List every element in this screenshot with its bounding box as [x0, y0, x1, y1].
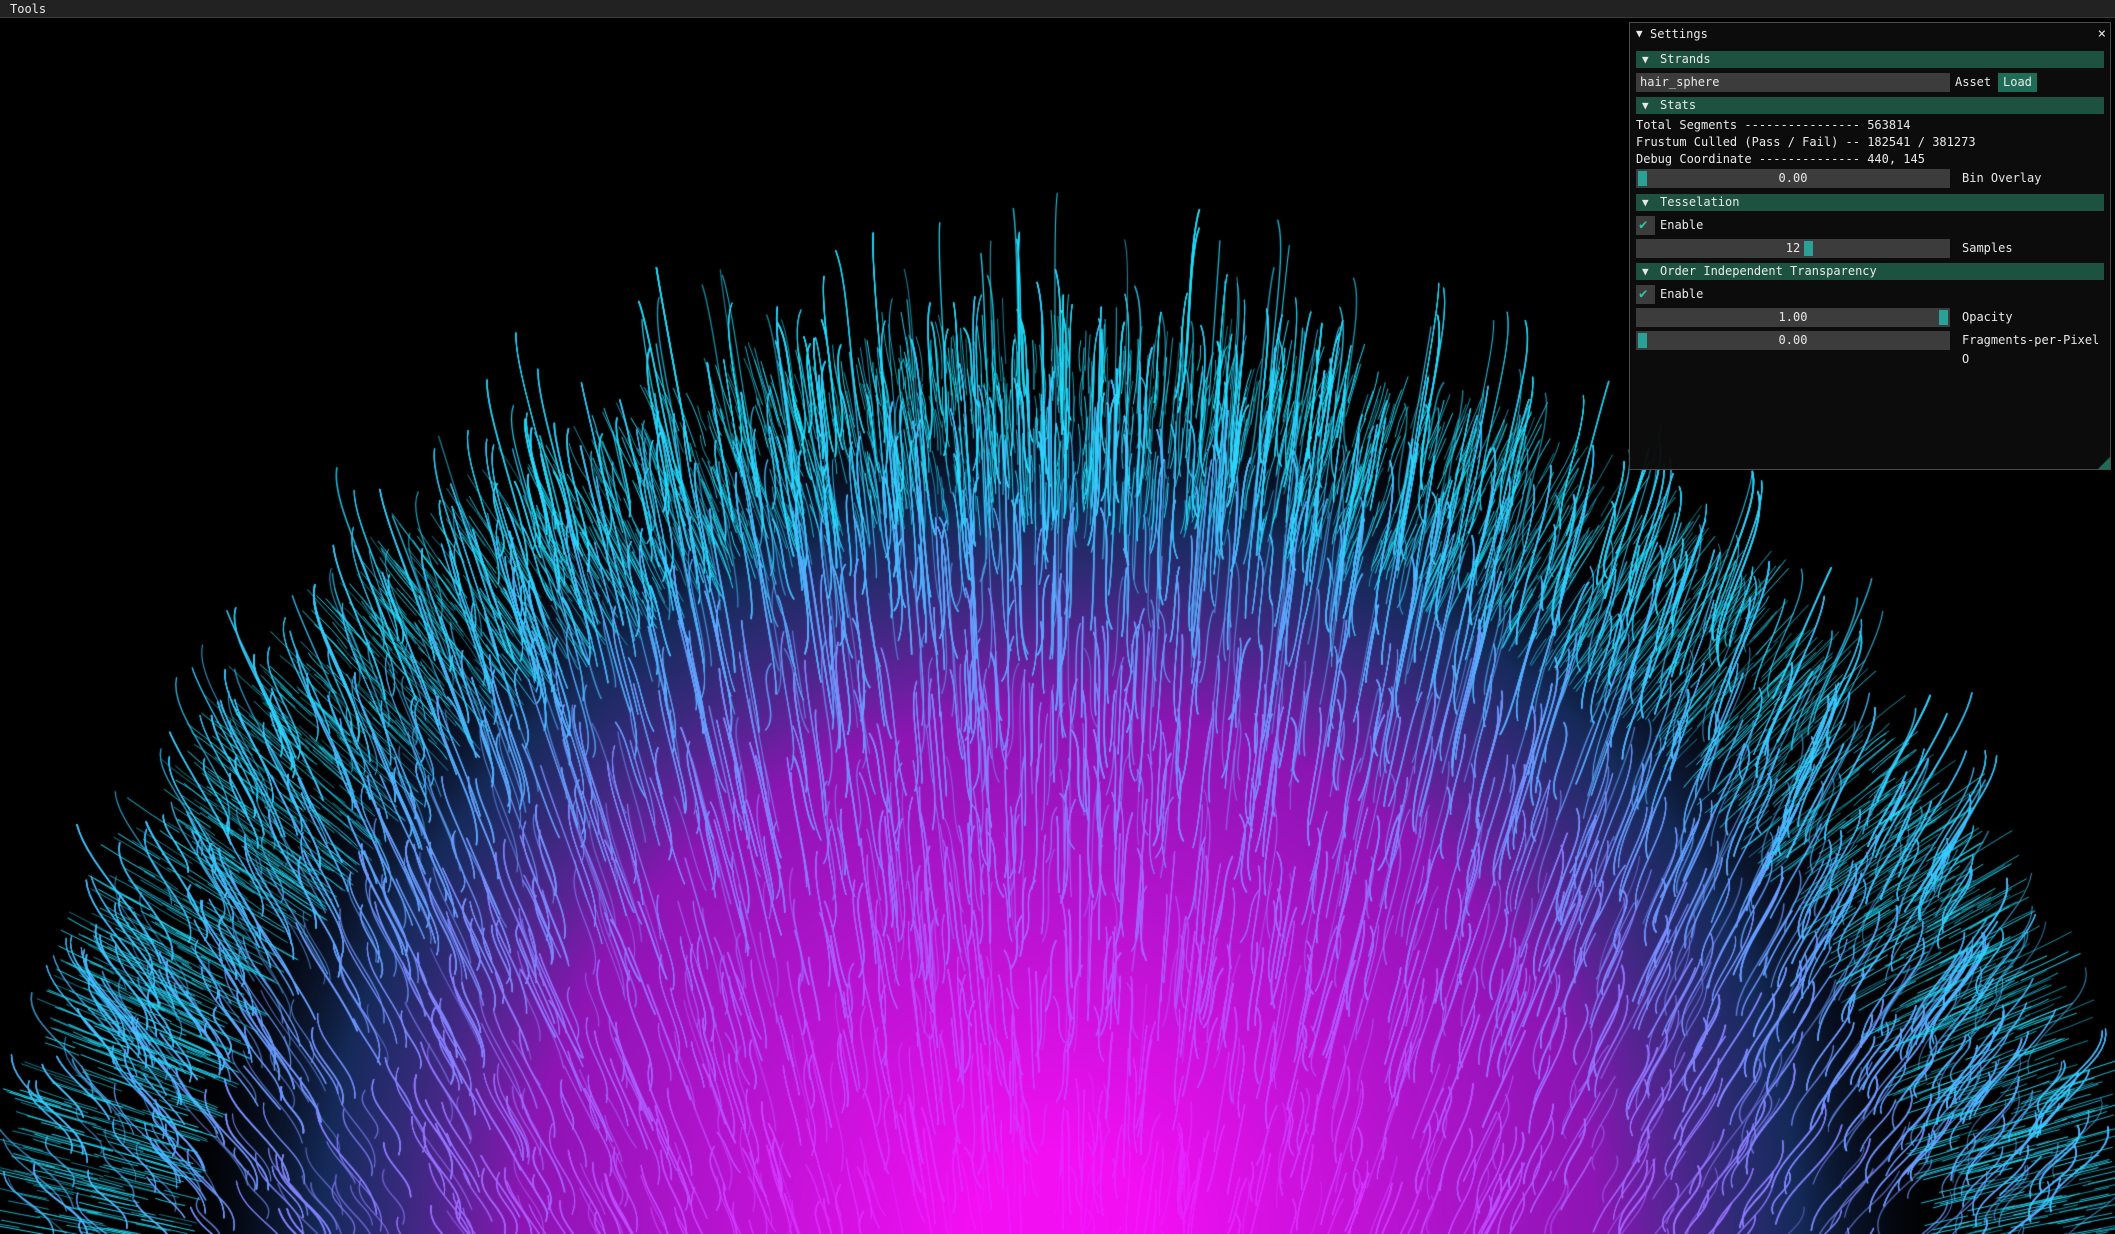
settings-title: Settings — [1650, 27, 1708, 41]
collapse-triangle-icon[interactable]: ▼ — [1636, 23, 1643, 45]
resize-grip-icon[interactable] — [2098, 457, 2110, 469]
stat-frustum-culled: Frustum Culled (Pass / Fail) -- 182541 /… — [1636, 135, 1976, 149]
close-icon[interactable]: × — [2098, 23, 2106, 45]
opacity-value: 1.00 — [1778, 310, 1808, 324]
collapse-triangle-icon: ▼ — [1642, 265, 1649, 278]
tesselation-enable-checkbox[interactable]: ✔ — [1636, 216, 1655, 235]
stats-header[interactable]: ▼ Stats — [1636, 97, 2104, 114]
asset-input[interactable]: hair_sphere — [1636, 73, 1950, 92]
stats-header-label: Stats — [1660, 98, 1697, 112]
menu-tools[interactable]: Tools — [10, 0, 46, 18]
samples-label: Samples — [1962, 241, 2013, 255]
check-icon: ✔ — [1639, 217, 1648, 233]
opacity-slider[interactable]: 1.00 — [1636, 308, 1950, 327]
stat-total-segments: Total Segments ---------------- 563814 — [1636, 118, 1911, 132]
collapse-triangle-icon: ▼ — [1642, 196, 1649, 209]
samples-value: 12 — [1785, 241, 1801, 255]
collapse-triangle-icon: ▼ — [1642, 99, 1649, 112]
strands-header-label: Strands — [1660, 52, 1711, 66]
bin-overlay-value: 0.00 — [1778, 171, 1808, 185]
strands-header[interactable]: ▼ Strands — [1636, 51, 2104, 68]
oit-enable-label: Enable — [1660, 287, 1704, 301]
bin-overlay-label: Bin Overlay — [1962, 171, 2042, 185]
samples-slider[interactable]: 12 — [1636, 239, 1950, 258]
fragments-per-pixel-slider[interactable]: 0.00 — [1636, 331, 1950, 350]
oit-enable-checkbox[interactable]: ✔ — [1636, 285, 1655, 304]
check-icon: ✔ — [1639, 286, 1648, 302]
oit-header[interactable]: ▼ Order Independent Transparency — [1636, 263, 2104, 280]
load-button[interactable]: Load — [1998, 73, 2037, 92]
menu-bar: Tools — [0, 0, 2115, 18]
tesselation-enable-label: Enable — [1660, 218, 1704, 232]
tesselation-header-label: Tesselation — [1660, 195, 1740, 209]
opacity-label: Opacity — [1962, 310, 2013, 324]
settings-title-bar[interactable]: ▼ Settings × — [1630, 23, 2110, 45]
collapse-triangle-icon: ▼ — [1642, 53, 1649, 66]
asset-label: Asset — [1955, 75, 1992, 89]
settings-window[interactable]: ▼ Settings × ▼ Strands hair_sphere Asset… — [1629, 22, 2111, 470]
bin-overlay-slider[interactable]: 0.00 — [1636, 169, 1950, 188]
oit-header-label: Order Independent Transparency — [1660, 264, 1877, 278]
fragments-per-pixel-label: Fragments-per-Pixel O — [1962, 333, 2100, 366]
stat-debug-coordinate: Debug Coordinate -------------- 440, 145 — [1636, 152, 1925, 166]
tesselation-header[interactable]: ▼ Tesselation — [1636, 194, 2104, 211]
fragments-per-pixel-value: 0.00 — [1778, 333, 1808, 347]
